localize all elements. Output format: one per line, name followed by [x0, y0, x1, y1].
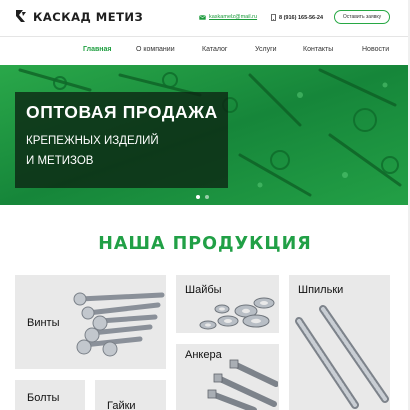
phone-link[interactable]: 8 (916) 165-56-24 — [271, 14, 323, 21]
product-card-studs[interactable]: Шпильки — [289, 275, 390, 410]
callback-button[interactable]: Оставить заявку — [334, 10, 390, 24]
phone-text: 8 (916) 165-56-24 — [279, 14, 324, 21]
nav-item-catalog[interactable]: Каталог — [202, 46, 227, 53]
nav-item-home[interactable]: Главная — [83, 46, 111, 53]
email-link[interactable]: kaskamelz@mail.ru — [199, 14, 257, 20]
email-text: kaskamelz@mail.ru — [209, 14, 258, 20]
hero-subtitle-line2: И МЕТИЗОВ — [26, 155, 94, 167]
hero-title: ОПТОВАЯ ПРОДАЖА — [26, 102, 218, 122]
screws-image — [73, 292, 165, 357]
product-label-screws: Винты — [27, 317, 60, 329]
nav-item-services[interactable]: Услуги — [255, 46, 277, 53]
nav-item-about[interactable]: О компании — [136, 46, 175, 53]
nav-item-news[interactable]: Новости — [362, 46, 389, 53]
phone-icon — [271, 14, 276, 21]
hero-subtitle-line1: КРЕПЕЖНЫХ ИЗДЕЛИЙ — [26, 135, 159, 147]
main-nav: Главная О компании Каталог Услуги Контак… — [0, 36, 410, 64]
slider-dot-2[interactable] — [205, 195, 209, 199]
nav-item-contacts[interactable]: Контакты — [303, 46, 333, 53]
logo[interactable]: КАСКАД МЕТИЗ — [14, 9, 143, 24]
anchors-image — [207, 359, 278, 410]
logo-icon — [16, 10, 26, 22]
washers-image — [199, 297, 275, 330]
products-heading: НАША ПРОДУКЦИЯ — [98, 234, 312, 254]
product-card-nuts[interactable]: Гайки — [95, 380, 166, 410]
product-label-studs: Шпильки — [298, 284, 344, 296]
product-card-anchors[interactable]: Анкера — [176, 344, 279, 410]
slider-dot-1[interactable] — [196, 195, 200, 199]
product-card-washers[interactable]: Шайбы — [176, 275, 279, 333]
product-card-bolts[interactable]: Болты — [15, 380, 85, 410]
logo-text: КАСКАД МЕТИЗ — [33, 9, 144, 24]
product-label-nuts: Гайки — [107, 400, 136, 410]
studs-image — [295, 305, 389, 409]
product-card-screws[interactable]: Винты — [15, 275, 166, 369]
site-header: КАСКАД МЕТИЗ kaskamelz@mail.ru 8 (916) 1… — [0, 0, 410, 36]
mail-icon — [199, 14, 206, 20]
product-label-bolts: Болты — [27, 392, 60, 404]
